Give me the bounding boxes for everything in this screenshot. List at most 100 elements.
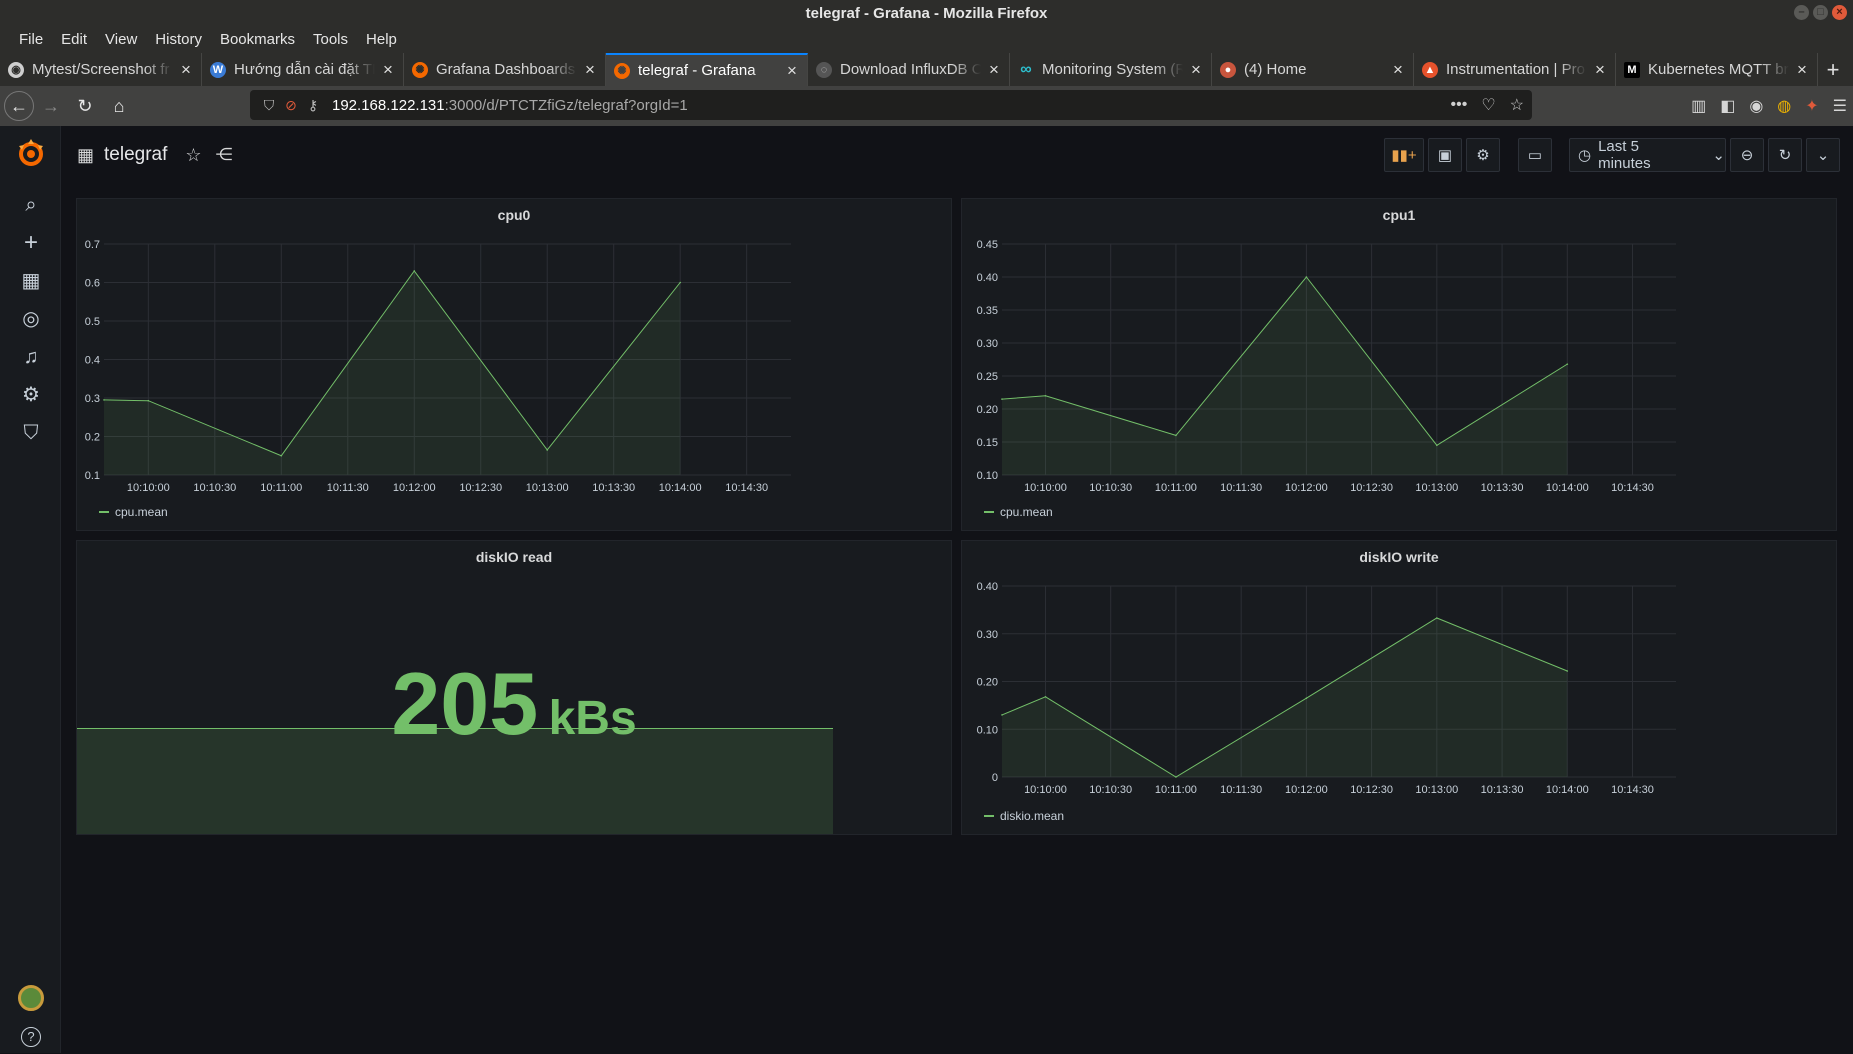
close-tab-icon[interactable]: × [1391,60,1405,80]
extension-icon[interactable]: ◍ [1777,96,1791,116]
panel-diskio-read[interactable]: diskIO read 205 kBs [76,540,952,835]
close-tab-icon[interactable]: × [1795,60,1809,80]
maximize-icon[interactable]: □ [1813,5,1828,20]
browser-tab[interactable]: W Hướng dẫn cài đặt TIG × [202,53,404,86]
data-point[interactable] [413,270,416,272]
add-panel-button[interactable]: ▮▮+ [1384,138,1424,172]
menu-bookmarks[interactable]: Bookmarks [211,27,304,53]
zoom-out-button[interactable]: ⊖ [1730,138,1764,172]
alerting-bell-icon[interactable]: ♫ [14,340,48,374]
panel-cpu1[interactable]: cpu1 0.10 0.15 0.20 0.25 0.30 0.35 0.40 0.45 10:… [961,198,1837,531]
reload-icon[interactable]: ↻ [68,91,102,121]
data-point[interactable] [679,281,681,284]
data-point[interactable] [1436,444,1438,447]
close-tab-icon[interactable]: × [583,60,597,80]
url-bar[interactable]: ⛉ ⊘ ⚷ 192.168.122.131:3000/d/PTCTZfiGz/t… [250,90,1532,120]
close-tab-icon[interactable]: × [785,61,799,81]
help-icon[interactable]: ? [14,1020,48,1054]
bookmark-star-icon[interactable]: ☆ [1510,95,1524,115]
configuration-gear-icon[interactable]: ⚙ [14,378,48,412]
legend-item[interactable]: cpu.mean [984,505,1053,519]
close-window-icon[interactable]: × [1832,5,1847,20]
sidebar-icon[interactable]: ◧ [1720,96,1735,116]
share-icon[interactable]: ⋲ [216,145,233,165]
library-icon[interactable]: ▥ [1691,96,1706,116]
create-plus-icon[interactable]: + [14,226,48,260]
close-tab-icon[interactable]: × [987,60,1001,80]
browser-tab-active[interactable]: ✺ telegraf - Grafana × [606,53,808,86]
legend-swatch [984,815,994,817]
hamburger-menu-icon[interactable]: ☰ [1833,96,1847,116]
browser-tab[interactable]: ● (4) Home × [1212,53,1414,86]
forward-icon[interactable]: → [34,91,68,121]
dashboard-settings-button[interactable]: ⚙ [1466,138,1500,172]
data-point[interactable] [147,399,150,402]
legend-item[interactable]: diskio.mean [984,809,1064,823]
home-icon[interactable]: ⌂ [102,91,136,121]
refresh-interval-dropdown[interactable]: ⌄ [1806,138,1840,172]
save-dashboard-button[interactable]: ▣ [1428,138,1462,172]
panel-title[interactable]: diskIO read [77,549,951,565]
server-admin-shield-icon[interactable]: ⛉ [14,416,48,450]
account-icon[interactable]: ◉ [1749,96,1763,116]
explore-compass-icon[interactable]: ◎ [14,302,48,336]
back-icon[interactable]: ← [4,91,34,121]
dashboards-icon[interactable]: ▦ [14,264,48,298]
data-point[interactable] [1044,395,1047,397]
menu-edit[interactable]: Edit [52,27,96,53]
data-point[interactable] [280,454,283,457]
close-tab-icon[interactable]: × [381,60,395,80]
cpu0-graph[interactable]: 0.1 0.2 0.3 0.4 0.5 0.6 0.7 10:10:00 10:10:30 10:… [77,199,953,532]
user-avatar[interactable] [14,981,48,1015]
dashboard-title[interactable]: telegraf [104,144,167,166]
data-point[interactable] [1566,363,1569,365]
insecure-lock-icon[interactable]: ⊘ [280,97,302,114]
pocket-icon[interactable]: ♡ [1481,95,1495,115]
close-tab-icon[interactable]: × [179,60,193,80]
menu-view[interactable]: View [96,27,146,53]
menu-tools[interactable]: Tools [304,27,357,53]
data-point[interactable] [1044,695,1047,698]
tab-title: Grafana Dashboards - [436,61,577,78]
browser-tab[interactable]: ▲ Instrumentation | Pro × [1414,53,1616,86]
star-icon[interactable]: ☆ [185,145,201,166]
menu-help[interactable]: Help [357,27,406,53]
panel-diskio-write[interactable]: diskIO write 0 0.10 0.20 0.30 0.40 10:10:00 10… [961,540,1837,835]
data-point[interactable] [546,449,549,451]
cycle-view-mode-button[interactable]: ▭ [1518,138,1552,172]
data-point[interactable] [1175,776,1177,778]
browser-tab[interactable]: ◉ Mytest/Screenshot fr × [0,53,202,86]
refresh-button[interactable]: ↻ [1768,138,1802,172]
data-point[interactable] [1175,434,1177,437]
close-tab-icon[interactable]: × [1593,60,1607,80]
key-icon[interactable]: ⚷ [302,97,324,114]
browser-tab[interactable]: M Kubernetes MQTT br × [1616,53,1818,86]
new-tab-icon[interactable]: + [1818,53,1848,86]
panel-cpu0[interactable]: cpu0 0.1 0.2 0.3 0.4 0.5 0.6 0.7 10:10:00 10:10:… [76,198,952,531]
menu-file[interactable]: File [10,27,52,53]
time-picker-button[interactable]: ◷ Last 5 minutes ⌄ [1569,138,1726,172]
x-tick-label: 10:12:00 [1285,482,1328,494]
menu-history[interactable]: History [146,27,211,53]
data-point[interactable] [1436,617,1438,619]
search-icon[interactable]: ⌕ [14,188,48,222]
grafana-logo[interactable] [14,136,48,170]
data-point[interactable] [1001,714,1003,716]
browser-tab[interactable]: ◌ Download InfluxDB O × [808,53,1010,86]
data-point[interactable] [1305,276,1308,278]
data-point[interactable] [103,399,105,401]
browser-tab[interactable]: ∞ Monitoring System (R × [1010,53,1212,86]
minimize-icon[interactable]: – [1794,5,1809,20]
more-actions-icon[interactable]: ••• [1451,96,1468,114]
legend-item[interactable]: cpu.mean [99,505,168,519]
close-tab-icon[interactable]: × [1189,60,1203,80]
extension-icon[interactable]: ✦ [1805,96,1818,116]
data-point[interactable] [1305,697,1308,700]
cpu1-graph[interactable]: 0.10 0.15 0.20 0.25 0.30 0.35 0.40 0.45 10:10:00… [962,199,1838,532]
browser-tab[interactable]: ✺ Grafana Dashboards - × [404,53,606,86]
shield-icon[interactable]: ⛉ [258,97,280,114]
stat-value: 205 kBs [77,653,951,755]
data-point[interactable] [1566,670,1569,672]
data-point[interactable] [1001,398,1003,400]
diskio-write-graph[interactable]: 0 0.10 0.20 0.30 0.40 10:10:00 10:10:30 10:11:0… [962,541,1838,836]
